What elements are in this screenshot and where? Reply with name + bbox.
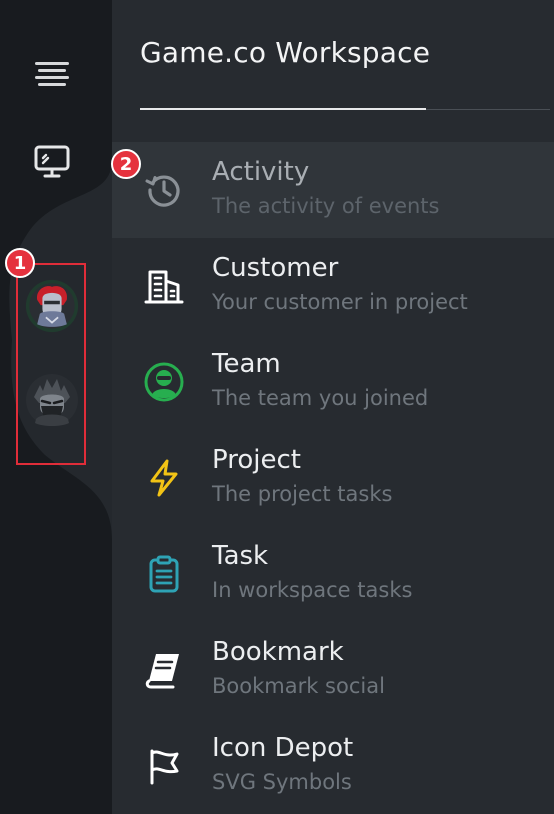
menu-item-subtitle: SVG Symbols <box>212 770 352 794</box>
menu-item-subtitle: Bookmark social <box>212 674 385 698</box>
menu-item-title: Customer <box>212 253 339 283</box>
menu-item-project[interactable]: Project The project tasks <box>112 430 554 526</box>
flag-icon <box>150 749 179 785</box>
team-icon <box>144 362 184 402</box>
menu-item-activity[interactable]: Activity The activity of events <box>112 142 554 238</box>
workspace-title: Game.co Workspace <box>140 36 431 69</box>
menu-item-bookmark[interactable]: Bookmark Bookmark social <box>112 622 554 718</box>
workspace-menu: Activity The activity of events Customer… <box>112 142 554 814</box>
dashboard-button[interactable] <box>25 135 79 189</box>
book-icon <box>145 654 179 689</box>
history-icon <box>145 175 180 207</box>
menu-item-title: Task <box>212 541 269 571</box>
menu-item-subtitle: The activity of events <box>212 194 440 218</box>
menu-item-subtitle: The project tasks <box>212 482 393 506</box>
menu-item-subtitle: The team you joined <box>212 386 429 410</box>
lightning-icon <box>150 459 178 497</box>
monitor-icon <box>34 145 70 178</box>
title-underline-active <box>140 108 426 110</box>
menu-item-title: Team <box>212 349 281 379</box>
clipboard-icon <box>149 555 179 593</box>
workspace-avatars-highlight <box>16 263 86 465</box>
callout-badge-1: 1 <box>5 248 35 278</box>
menu-toggle-button[interactable] <box>25 47 79 101</box>
menu-item-title: Project <box>212 445 301 475</box>
hamburger-menu-icon <box>35 62 69 86</box>
menu-item-title: Activity <box>212 157 310 187</box>
menu-item-team[interactable]: Team The team you joined <box>112 334 554 430</box>
building-icon <box>144 270 184 304</box>
menu-item-title: Bookmark <box>212 637 344 667</box>
menu-item-subtitle: In workspace tasks <box>212 578 413 602</box>
callout-badge-2: 2 <box>111 149 141 179</box>
menu-item-customer[interactable]: Customer Your customer in project <box>112 238 554 334</box>
menu-item-task[interactable]: Task In workspace tasks <box>112 526 554 622</box>
menu-item-title: Icon Depot <box>212 733 354 763</box>
menu-item-icon-depot[interactable]: Icon Depot SVG Symbols <box>112 718 554 814</box>
menu-item-subtitle: Your customer in project <box>212 290 468 314</box>
